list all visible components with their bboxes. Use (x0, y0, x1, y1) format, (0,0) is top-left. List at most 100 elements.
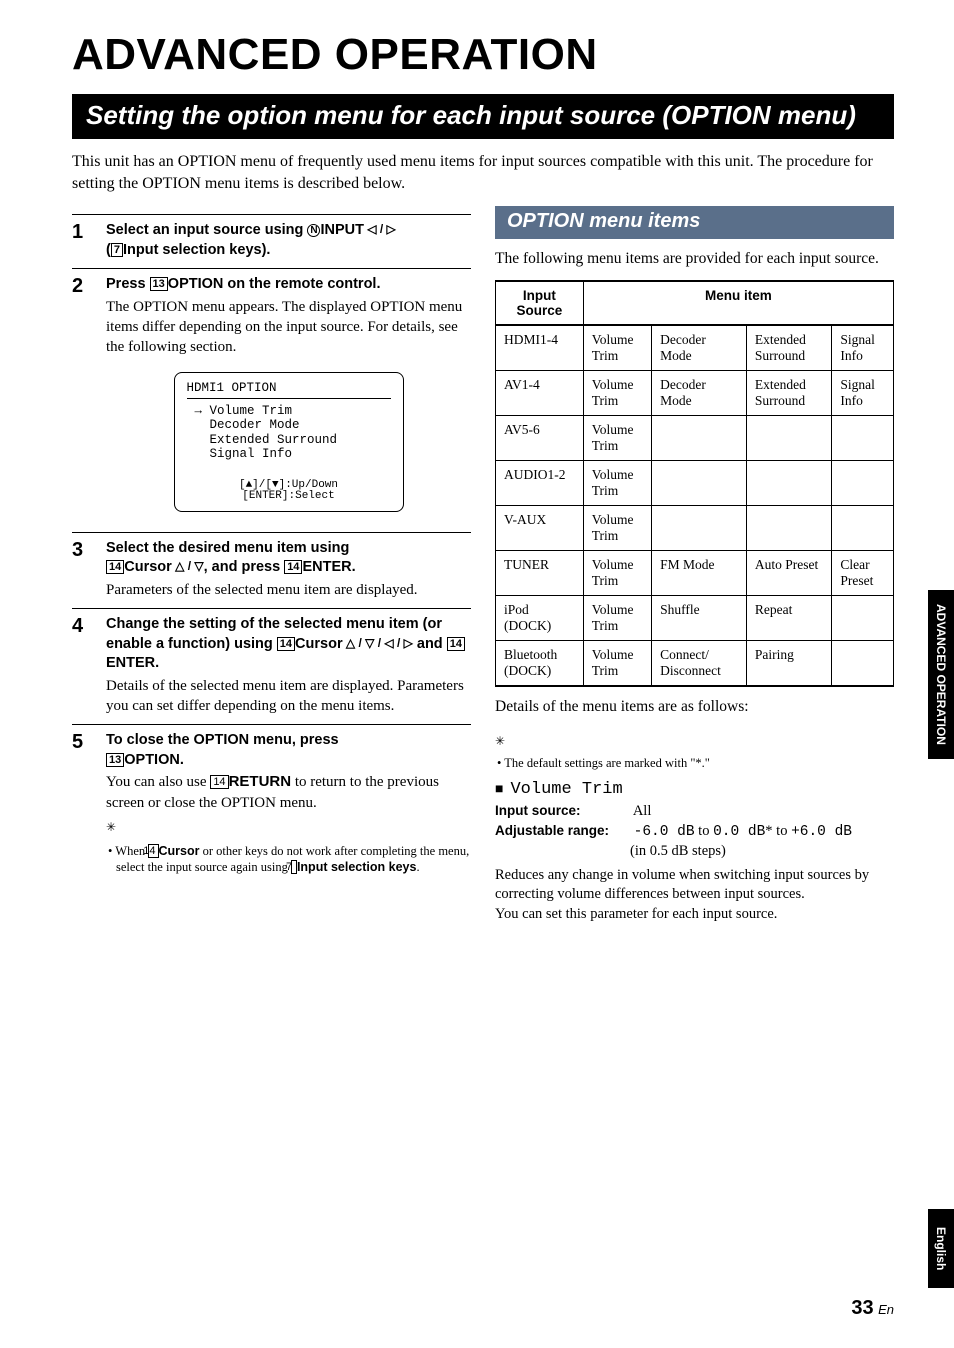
table-cell: TUNER (496, 551, 584, 596)
text: To close the OPTION menu, press (106, 732, 339, 748)
text: . (352, 559, 356, 575)
range-val: 0.0 dB (713, 824, 765, 840)
text: * to (765, 823, 791, 839)
step-body-text: Details of the selected menu item are di… (106, 676, 471, 717)
table-cell: V-AUX (496, 506, 584, 551)
table-cell: Auto Preset (746, 551, 831, 596)
step-1: 1 Select an input source using NINPUT ◁ … (72, 214, 471, 260)
text: to (695, 823, 714, 839)
th-menu-item: Menu item (583, 281, 893, 325)
text: Select an input source using (106, 222, 307, 238)
table-cell (832, 416, 894, 461)
key-option: OPTION (124, 752, 180, 768)
text: , and press (204, 559, 285, 575)
table-cell: Volume Trim (583, 461, 651, 506)
key-cursor: Cursor (124, 559, 172, 575)
note-bullet: • When 14Cursor or other keys do not wor… (106, 843, 471, 876)
table-cell (652, 506, 747, 551)
arrow-all-icon: △ / ▽ / ◁ / ▷ (343, 636, 413, 650)
table-cell: Connect/ Disconnect (652, 641, 747, 687)
table-cell: Extended Surround (746, 325, 831, 371)
subheading: OPTION menu items (495, 206, 894, 239)
table-cell: Clear Preset (832, 551, 894, 596)
text: The default settings are marked with "*.… (504, 756, 710, 770)
boxed-ref: 14 (106, 560, 124, 574)
boxed-ref: 14 (284, 560, 302, 574)
arrow-left-right-icon: ◁ / ▷ (364, 222, 396, 236)
osd-panel: HDMI1 OPTION → Volume Trim Decoder Mode … (174, 372, 404, 512)
table-cell: AV1-4 (496, 371, 584, 416)
table-row: HDMI1-4Volume TrimDecoder ModeExtended S… (496, 325, 894, 371)
circled-ref: N (307, 224, 320, 237)
text: You can also use (106, 774, 210, 790)
table-row: AV1-4Volume TrimDecoder ModeExtended Sur… (496, 371, 894, 416)
page-number: 33 En (851, 1297, 894, 1320)
table-row: V-AUXVolume Trim (496, 506, 894, 551)
boxed-ref: 14 (277, 637, 295, 651)
osd-hint-line: [ENTER]:Select (242, 490, 334, 502)
osd-hint: [▲]/[▼]:Up/Down [ENTER]:Select (187, 480, 391, 503)
table-cell: Volume Trim (583, 596, 651, 641)
table-cell: Decoder Mode (652, 325, 747, 371)
table-cell: FM Mode (652, 551, 747, 596)
section-title: Setting the option menu for each input s… (72, 94, 894, 139)
side-tab-advanced: ADVANCED OPERATION (928, 590, 954, 759)
intro-paragraph: This unit has an OPTION menu of frequent… (72, 151, 894, 194)
side-tab-language: English (928, 1209, 954, 1288)
boxed-ref: 14 (210, 775, 228, 789)
tip-icon (495, 734, 515, 750)
step-3: 3 Select the desired menu item using 14C… (72, 532, 471, 600)
table-cell: Repeat (746, 596, 831, 641)
key-input-selection: Input selection keys (297, 860, 416, 874)
table-cell: Signal Info (832, 325, 894, 371)
range-step: (in 0.5 dB steps) (495, 842, 894, 862)
table-cell: Volume Trim (583, 416, 651, 461)
table-row: AUDIO1-2Volume Trim (496, 461, 894, 506)
table-cell (746, 461, 831, 506)
adjustable-range-label: Adjustable range: (495, 822, 630, 840)
step-number: 4 (72, 615, 92, 716)
table-cell: iPod (DOCK) (496, 596, 584, 641)
table-cell: Shuffle (652, 596, 747, 641)
table-row: TUNERVolume TrimFM ModeAuto PresetClear … (496, 551, 894, 596)
boxed-ref: 14 (447, 637, 465, 651)
step-2: 2 Press 13OPTION on the remote control. … (72, 268, 471, 523)
table-cell (832, 461, 894, 506)
table-cell (832, 596, 894, 641)
table-cell: AUDIO1-2 (496, 461, 584, 506)
step-4: 4 Change the setting of the selected men… (72, 608, 471, 716)
detail-heading: ■ Volume Trim (495, 779, 894, 802)
input-source-label: Input source: (495, 802, 630, 820)
table-row: iPod (DOCK)Volume TrimShuffleRepeat (496, 596, 894, 641)
table-cell (832, 641, 894, 687)
table-cell: Pairing (746, 641, 831, 687)
page-num-suffix: En (878, 1302, 894, 1317)
table-cell (652, 416, 747, 461)
step-number: 5 (72, 731, 92, 875)
table-cell (832, 506, 894, 551)
step-number: 3 (72, 539, 92, 600)
step-body-text: You can also use 14RETURN to return to t… (106, 772, 471, 813)
text: . (180, 752, 184, 768)
range-val: +6.0 dB (791, 824, 852, 840)
boxed-ref: 14 (148, 844, 158, 858)
osd-title: HDMI1 OPTION (187, 381, 391, 399)
key-return: RETURN (229, 773, 292, 790)
key-cursor: Cursor (295, 636, 343, 652)
step-number: 2 (72, 275, 92, 523)
table-cell (746, 416, 831, 461)
boxed-ref: 13 (150, 277, 168, 291)
right-intro: The following menu items are provided fo… (495, 249, 894, 270)
input-source-value: All (633, 803, 652, 819)
option-table: Input Source Menu item HDMI1-4Volume Tri… (495, 280, 894, 687)
table-row: Bluetooth (DOCK)Volume TrimConnect/ Disc… (496, 641, 894, 687)
table-cell: Decoder Mode (652, 371, 747, 416)
boxed-ref: 7 (111, 243, 123, 257)
key-enter: ENTER (106, 655, 155, 671)
text: on the remote control. (223, 276, 380, 292)
text: and (413, 636, 447, 652)
text: Press (106, 276, 150, 292)
table-cell: AV5-6 (496, 416, 584, 461)
detail-desc: Reduces any change in volume when switch… (495, 866, 894, 905)
default-note: • The default settings are marked with "… (495, 755, 894, 771)
